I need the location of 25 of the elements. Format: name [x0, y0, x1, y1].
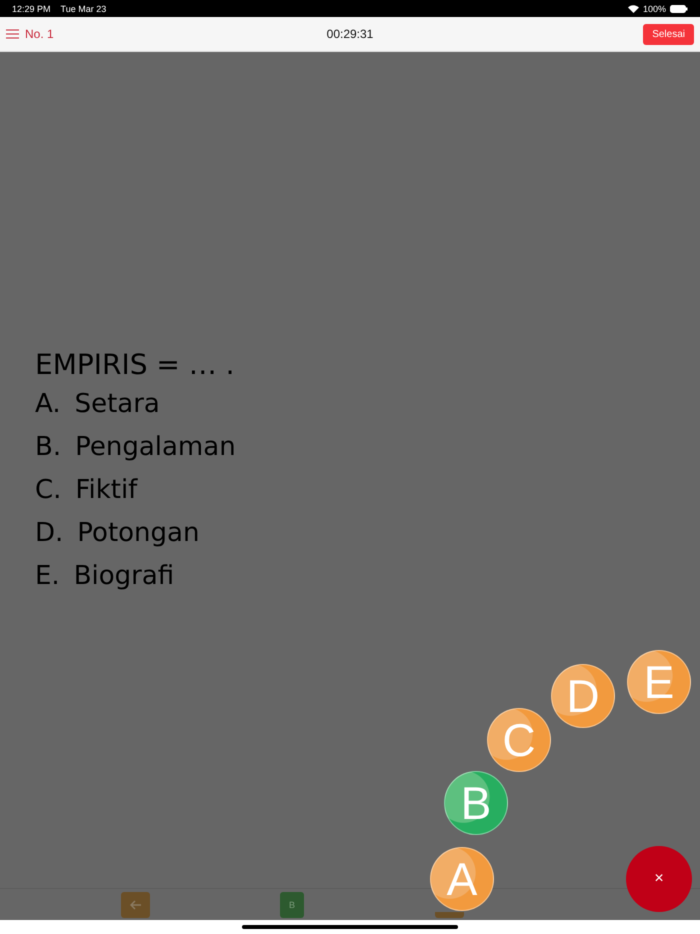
back-button[interactable] [121, 892, 150, 918]
option-letter: B. [35, 432, 62, 464]
option-text: Fiktif [75, 475, 138, 507]
option-text: Potongan [77, 518, 200, 550]
option-text: Setara [74, 389, 160, 421]
question-text: EMPIRIS = … . [35, 348, 236, 381]
battery-icon [670, 4, 688, 12]
option-letter: A. [35, 389, 61, 421]
finish-button[interactable]: Selesai [643, 24, 694, 44]
option-letter: E. [35, 561, 60, 593]
timer: 00:29:31 [326, 27, 374, 41]
next-button[interactable] [435, 912, 464, 918]
option-letter: C. [35, 475, 62, 507]
home-indicator[interactable] [242, 925, 458, 929]
arrow-left-icon [130, 900, 142, 910]
option-letter: D. [35, 518, 64, 550]
status-date: Tue Mar 23 [60, 4, 106, 14]
question-number: No. 1 [25, 27, 54, 41]
option-text: Pengalaman [75, 432, 236, 464]
menu-icon[interactable] [6, 29, 19, 39]
option-text: Biografi [74, 561, 174, 593]
battery-percent: 100% [642, 4, 666, 14]
status-time: 12:29 PM [12, 4, 51, 14]
wifi-icon [628, 4, 639, 12]
answer-badge[interactable]: B [280, 892, 304, 918]
